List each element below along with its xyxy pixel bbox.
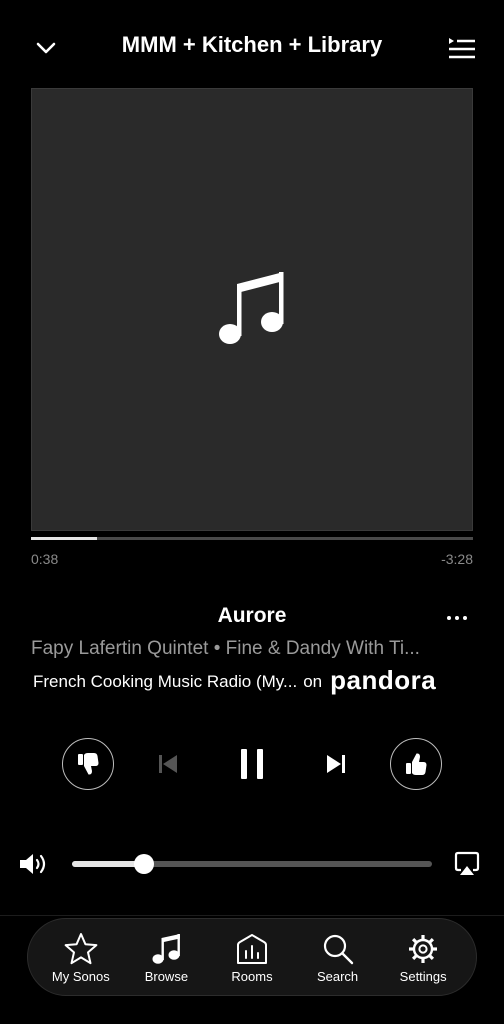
skip-previous-icon bbox=[159, 755, 177, 773]
more-options-button[interactable] bbox=[440, 604, 474, 632]
thumbs-down-icon bbox=[78, 753, 99, 775]
remaining-time: -3:28 bbox=[441, 551, 473, 567]
pause-icon bbox=[241, 749, 263, 779]
bottom-tab-bar: My Sonos Browse Rooms Search Settings bbox=[27, 918, 477, 996]
now-playing-header: MMM + Kitchen + Library bbox=[0, 0, 504, 96]
tab-rooms[interactable]: Rooms bbox=[210, 931, 294, 984]
gear-icon bbox=[409, 934, 438, 963]
music-note-icon bbox=[152, 933, 181, 964]
queue-list-icon bbox=[449, 38, 475, 59]
tab-search[interactable]: Search bbox=[296, 931, 380, 984]
mute-button[interactable] bbox=[18, 850, 54, 878]
tab-label: Search bbox=[316, 968, 359, 984]
more-dot bbox=[447, 616, 451, 620]
search-icon bbox=[323, 934, 353, 964]
elapsed-time: 0:38 bbox=[31, 551, 59, 567]
volume-slider[interactable] bbox=[72, 854, 432, 874]
volume-thumb[interactable] bbox=[134, 854, 154, 874]
progress-bar[interactable] bbox=[31, 537, 473, 540]
airplay-button[interactable] bbox=[454, 851, 480, 877]
airplay-icon bbox=[454, 851, 480, 875]
music-note-icon bbox=[219, 271, 284, 344]
tab-label: My Sonos bbox=[51, 968, 110, 984]
thumbs-down-button[interactable] bbox=[62, 738, 114, 790]
collapse-button[interactable] bbox=[28, 30, 64, 66]
source-line[interactable]: French Cooking Music Radio (My... on pan… bbox=[33, 665, 474, 695]
transport-controls bbox=[0, 738, 504, 790]
tab-label: Rooms bbox=[231, 968, 273, 984]
thumbs-up-icon bbox=[406, 753, 427, 775]
skip-next-icon bbox=[327, 755, 345, 773]
station-name: French Cooking Music Radio (My... bbox=[33, 672, 298, 691]
chevron-down-icon bbox=[36, 42, 56, 54]
more-dot bbox=[463, 616, 467, 620]
play-pause-button[interactable] bbox=[226, 738, 278, 790]
volume-row bbox=[0, 846, 504, 882]
progress-fill bbox=[31, 537, 98, 540]
previous-button[interactable] bbox=[142, 738, 194, 790]
track-title: Aurore bbox=[217, 604, 287, 627]
album-artwork bbox=[31, 88, 473, 531]
next-button[interactable] bbox=[310, 738, 362, 790]
artist-album-line[interactable]: Fapy Lafertin Quintet • Fine & Dandy Wit… bbox=[31, 638, 474, 660]
tabbar-divider bbox=[0, 915, 504, 916]
tab-browse[interactable]: Browse bbox=[124, 931, 208, 984]
rooms-house-icon bbox=[236, 933, 267, 964]
star-icon bbox=[64, 932, 98, 964]
speaker-volume-icon bbox=[20, 854, 46, 874]
more-dot bbox=[455, 616, 459, 620]
tab-label: Browse bbox=[144, 968, 189, 984]
tab-my-sonos[interactable]: My Sonos bbox=[39, 931, 123, 984]
queue-button[interactable] bbox=[444, 30, 480, 66]
service-logo: pandora bbox=[330, 665, 437, 695]
tab-label: Settings bbox=[399, 968, 447, 984]
thumbs-up-button[interactable] bbox=[390, 738, 442, 790]
on-label: on bbox=[303, 672, 323, 691]
tab-settings[interactable]: Settings bbox=[381, 931, 465, 984]
room-group-title[interactable]: MMM + Kitchen + Library bbox=[80, 32, 424, 58]
